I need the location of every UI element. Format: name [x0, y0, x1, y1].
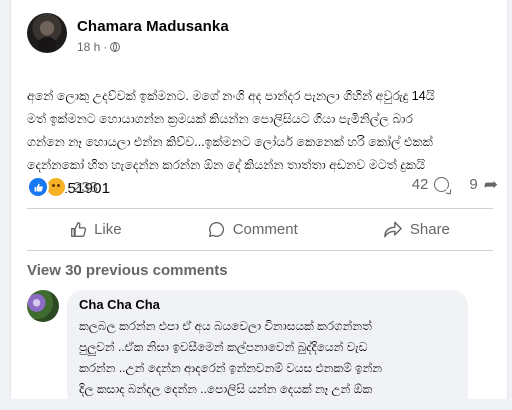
author-avatar[interactable] [27, 13, 67, 53]
share-arrow-icon [384, 221, 402, 238]
like-button[interactable]: Like [52, 215, 140, 244]
comment-bubble-icon [208, 221, 225, 238]
meta-separator: · [103, 40, 108, 54]
view-previous-comments-link[interactable]: View 30 previous comments [27, 262, 228, 279]
comment-text: කලබල කරන්න එපා ඒ අය බයවෙලා විනාසයක් කරගන… [79, 319, 383, 396]
divider [27, 208, 493, 209]
post-text: අනේ ලොකු උදව්වක් ඉක්මනට. මගේ නංගි අද පාන… [27, 89, 435, 172]
like-reaction-icon [27, 176, 49, 198]
like-icon [70, 221, 87, 237]
post-actions: Like Comment Share [27, 210, 493, 248]
globe-icon [110, 42, 121, 52]
reactions-count: 233 [73, 178, 99, 196]
divider [27, 250, 493, 251]
comment-button[interactable]: Comment [190, 215, 316, 244]
share-label: Share [409, 220, 450, 238]
engagement-counts: 42 9 ➦ [412, 176, 498, 193]
comments-count[interactable]: 42 [412, 176, 429, 193]
reaction-summary[interactable]: 233 [27, 176, 98, 198]
comment-label: Comment [232, 220, 298, 238]
share-button[interactable]: Share [366, 215, 468, 244]
comment-author-name[interactable]: Cha Cha Cha [79, 297, 160, 312]
share-icon: ➦ [483, 175, 498, 194]
post-author-name[interactable]: Chamara Madusanka [77, 18, 229, 35]
comment-avatar[interactable] [27, 290, 59, 322]
comment-icon [434, 177, 450, 192]
post-time[interactable]: 18 h [77, 40, 100, 54]
shares-count[interactable]: 9 [469, 176, 477, 193]
post-body: අනේ ලොකු උදව්වක් ඉක්මනට. මගේ නංගි අද පාන… [27, 62, 493, 223]
post-meta: 18 h · [77, 40, 121, 54]
like-label: Like [94, 220, 122, 238]
